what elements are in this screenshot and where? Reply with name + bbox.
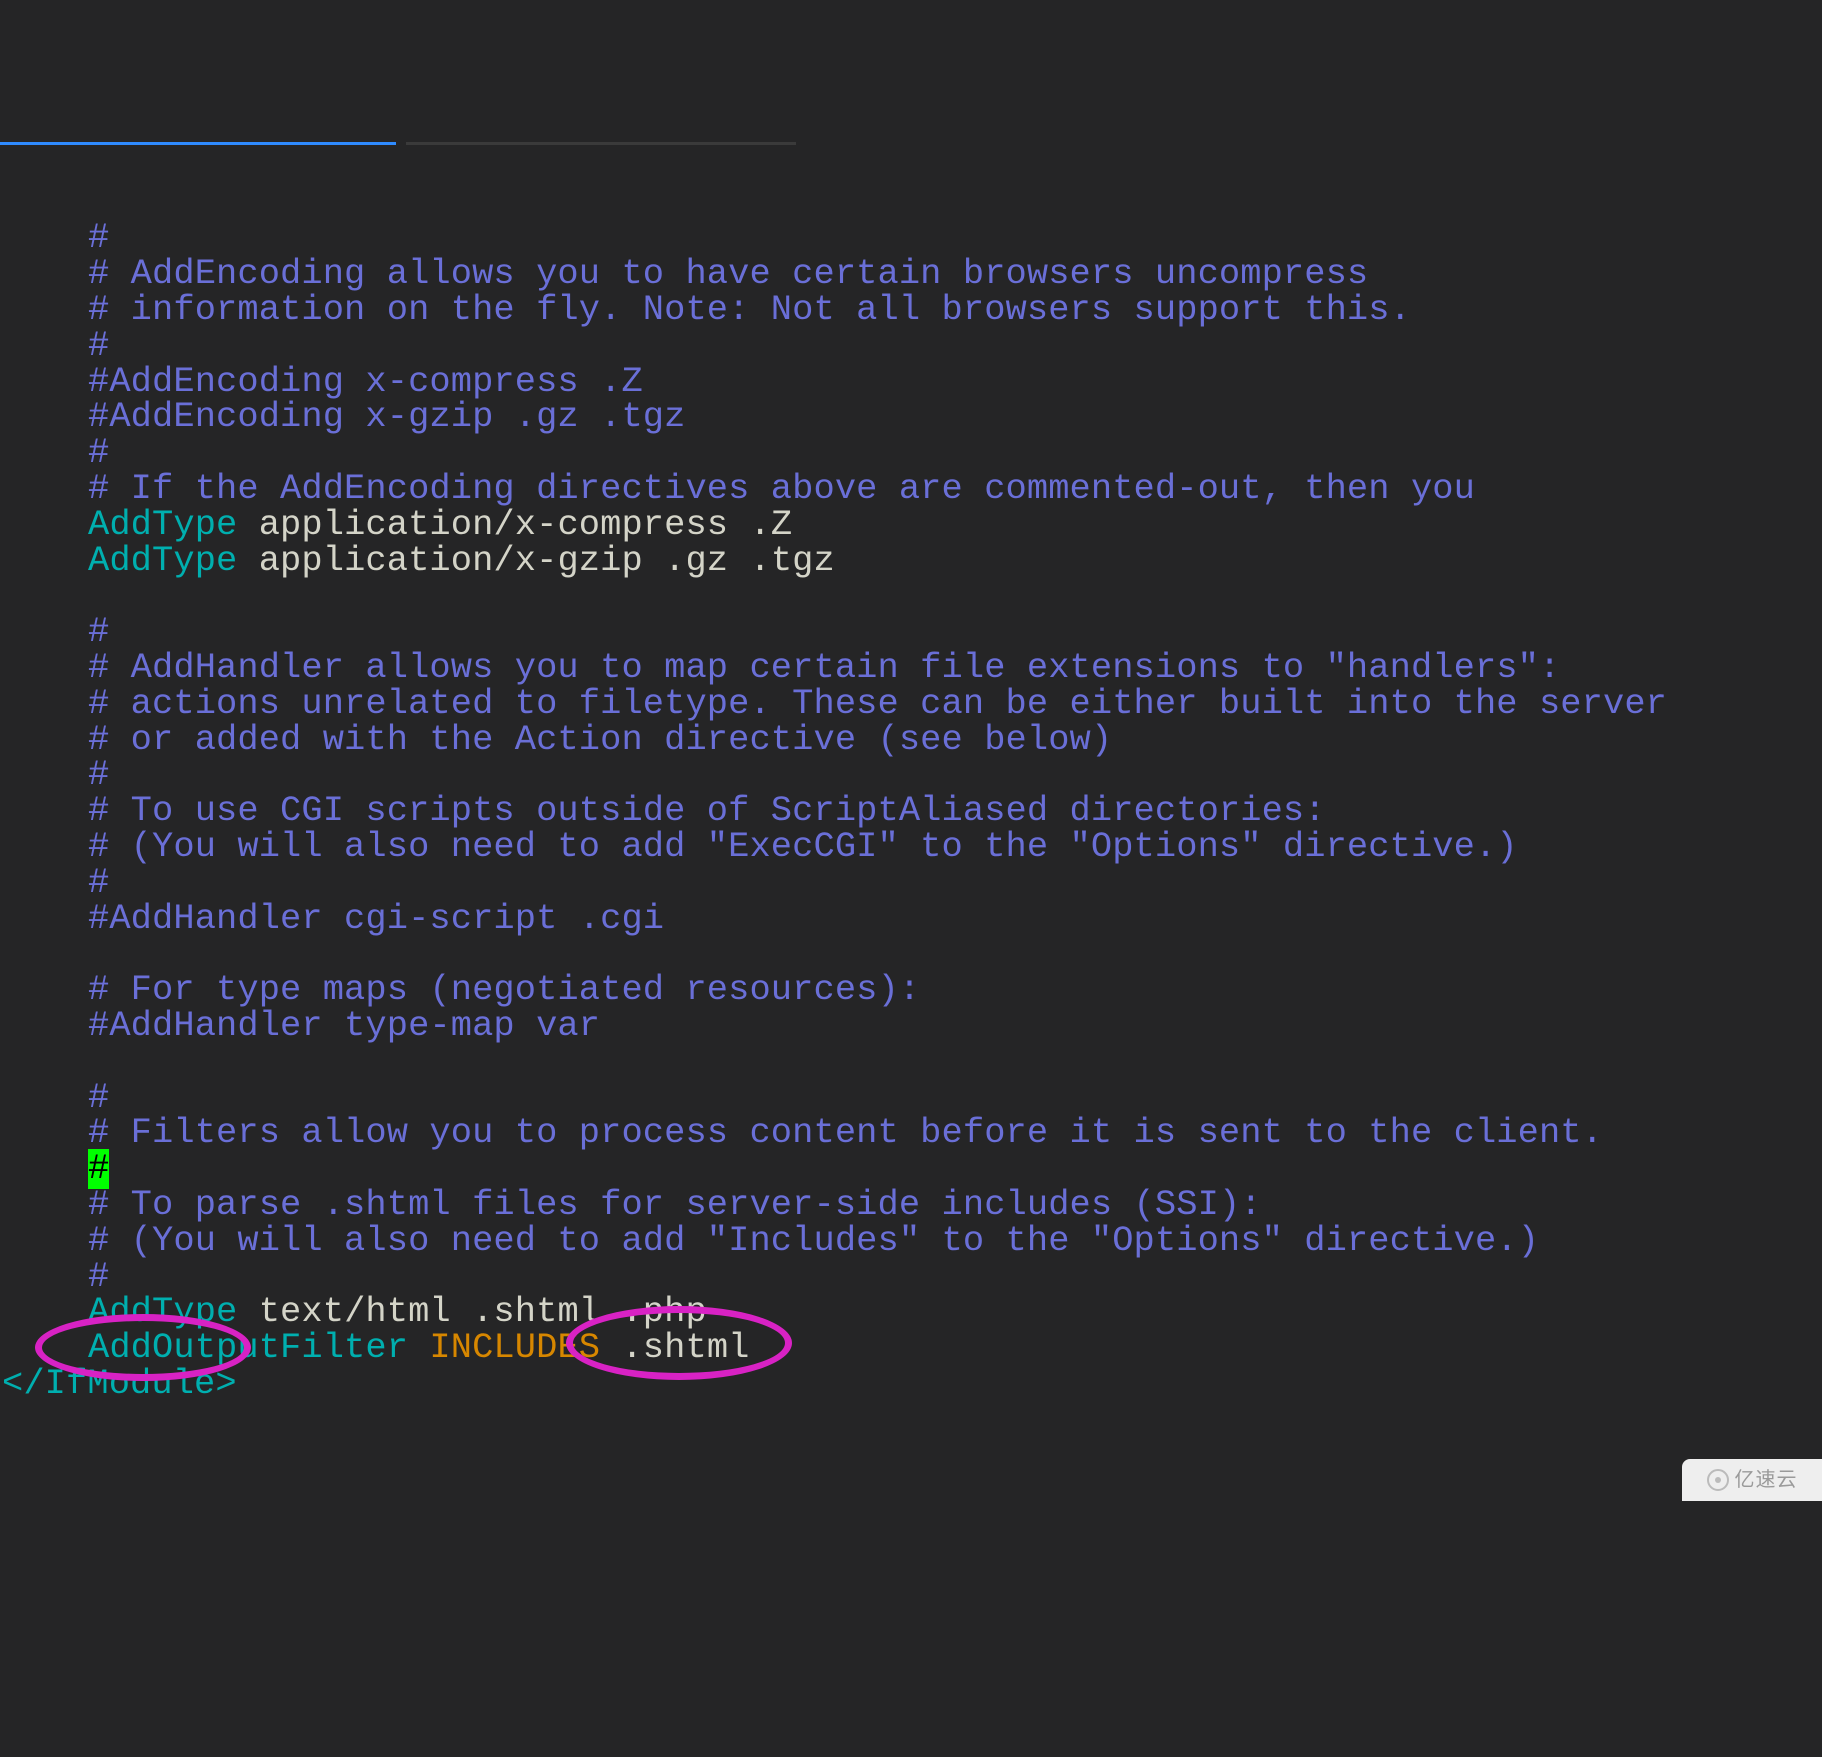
code-segment-comment: #AddEncoding x-compress .Z xyxy=(88,362,643,402)
code-line[interactable]: # (You will also need to add "ExecCGI" t… xyxy=(88,830,1822,866)
code-line[interactable]: # For type maps (negotiated resources): xyxy=(88,973,1822,1009)
code-segment-comment: # xyxy=(88,433,109,473)
code-segment-comment: #AddEncoding x-gzip .gz .tgz xyxy=(88,397,685,437)
code-segment-keyword: AddType xyxy=(88,541,237,581)
code-line[interactable]: # xyxy=(88,615,1822,651)
watermark-text: 亿速云 xyxy=(1735,1470,1798,1490)
code-line[interactable]: AddType text/html .shtml .php xyxy=(88,1295,1822,1331)
code-segment-plain: text/html .shtml .php xyxy=(237,1292,706,1332)
code-segment-comment: # xyxy=(88,326,109,366)
code-segment-comment: # Filters allow you to process content b… xyxy=(88,1113,1603,1153)
code-segment-comment: # xyxy=(88,755,109,795)
code-line[interactable]: # xyxy=(88,1152,1822,1188)
code-segment-comment: # AddHandler allows you to map certain f… xyxy=(88,648,1560,688)
code-line[interactable]: #AddEncoding x-gzip .gz .tgz xyxy=(88,400,1822,436)
code-line[interactable]: # AddHandler allows you to map certain f… xyxy=(88,651,1822,687)
code-segment-cursor: # xyxy=(88,1149,109,1189)
code-segment-keyword: AddType xyxy=(88,1292,237,1332)
closing-tag-text: </IfModule> xyxy=(2,1364,237,1404)
code-segment-plain xyxy=(408,1328,429,1368)
code-line[interactable]: AddType application/x-gzip .gz .tgz xyxy=(88,544,1822,580)
code-editor-viewport[interactable]: ## AddEncoding allows you to have certai… xyxy=(0,215,1822,1402)
code-segment-comment: # To use CGI scripts outside of ScriptAl… xyxy=(88,791,1326,831)
code-segment-plain: application/x-gzip .gz .tgz xyxy=(237,541,834,581)
code-line[interactable]: # information on the fly. Note: Not all … xyxy=(88,293,1822,329)
closing-tag[interactable]: </IfModule> xyxy=(0,1367,1822,1403)
code-segment-comment: # For type maps (negotiated resources): xyxy=(88,970,920,1010)
code-segment-comment: # (You will also need to add "Includes" … xyxy=(88,1221,1539,1261)
code-segment-plain: application/x-compress .Z xyxy=(237,505,792,545)
code-line[interactable]: # To parse .shtml files for server-side … xyxy=(88,1188,1822,1224)
code-line[interactable]: # If the AddEncoding directives above ar… xyxy=(88,472,1822,508)
code-segment-comment: # xyxy=(88,863,109,903)
code-line[interactable]: # xyxy=(88,1081,1822,1117)
code-line[interactable] xyxy=(88,1045,1822,1081)
code-line[interactable]: AddType application/x-compress .Z xyxy=(88,508,1822,544)
code-line[interactable]: # Filters allow you to process content b… xyxy=(88,1116,1822,1152)
code-segment-comment: # AddEncoding allows you to have certain… xyxy=(88,254,1368,294)
code-line[interactable]: # AddEncoding allows you to have certain… xyxy=(88,257,1822,293)
code-line[interactable]: # xyxy=(88,866,1822,902)
code-line[interactable]: # xyxy=(88,436,1822,472)
code-line[interactable]: # xyxy=(88,758,1822,794)
code-segment-comment: # information on the fly. Note: Not all … xyxy=(88,290,1411,330)
code-line[interactable]: # (You will also need to add "Includes" … xyxy=(88,1224,1822,1260)
code-line[interactable]: AddOutputFilter INCLUDES .shtml xyxy=(88,1331,1822,1367)
code-segment-comment: # (You will also need to add "ExecCGI" t… xyxy=(88,827,1518,867)
code-segment-comment: # If the AddEncoding directives above ar… xyxy=(88,469,1475,509)
code-line[interactable]: # xyxy=(88,1260,1822,1296)
code-segment-keyword: AddOutputFilter xyxy=(88,1328,408,1368)
code-segment-comment: # xyxy=(88,1257,109,1297)
code-line[interactable]: # xyxy=(88,329,1822,365)
code-line[interactable]: #AddHandler type-map var xyxy=(88,1009,1822,1045)
code-line[interactable] xyxy=(88,937,1822,973)
code-segment-comment: #AddHandler cgi-script .cgi xyxy=(88,899,664,939)
code-segment-plain: .shtml xyxy=(600,1328,749,1368)
window-top-border xyxy=(0,142,1822,145)
code-line[interactable]: # To use CGI scripts outside of ScriptAl… xyxy=(88,794,1822,830)
code-segment-comment: # To parse .shtml files for server-side … xyxy=(88,1185,1262,1225)
code-segment-comment: # xyxy=(88,612,109,652)
code-line[interactable]: # xyxy=(88,221,1822,257)
code-line[interactable]: #AddHandler cgi-script .cgi xyxy=(88,902,1822,938)
code-segment-comment: # xyxy=(88,218,109,258)
code-segment-comment: # or added with the Action directive (se… xyxy=(88,720,1112,760)
code-segment-comment: # actions unrelated to filetype. These c… xyxy=(88,684,1667,724)
code-segment-keyword: AddType xyxy=(88,505,237,545)
watermark-logo-icon xyxy=(1707,1469,1729,1491)
tab-strip-inactive xyxy=(406,142,796,145)
code-line[interactable]: # actions unrelated to filetype. These c… xyxy=(88,687,1822,723)
accent-strip xyxy=(0,142,396,145)
code-segment-comment: #AddHandler type-map var xyxy=(88,1006,600,1046)
watermark-badge: 亿速云 xyxy=(1682,1459,1822,1501)
code-segment-comment: # xyxy=(88,1078,109,1118)
code-line[interactable]: #AddEncoding x-compress .Z xyxy=(88,365,1822,401)
code-line[interactable] xyxy=(88,579,1822,615)
code-segment-orange: INCLUDES xyxy=(429,1328,600,1368)
code-line[interactable]: # or added with the Action directive (se… xyxy=(88,723,1822,759)
